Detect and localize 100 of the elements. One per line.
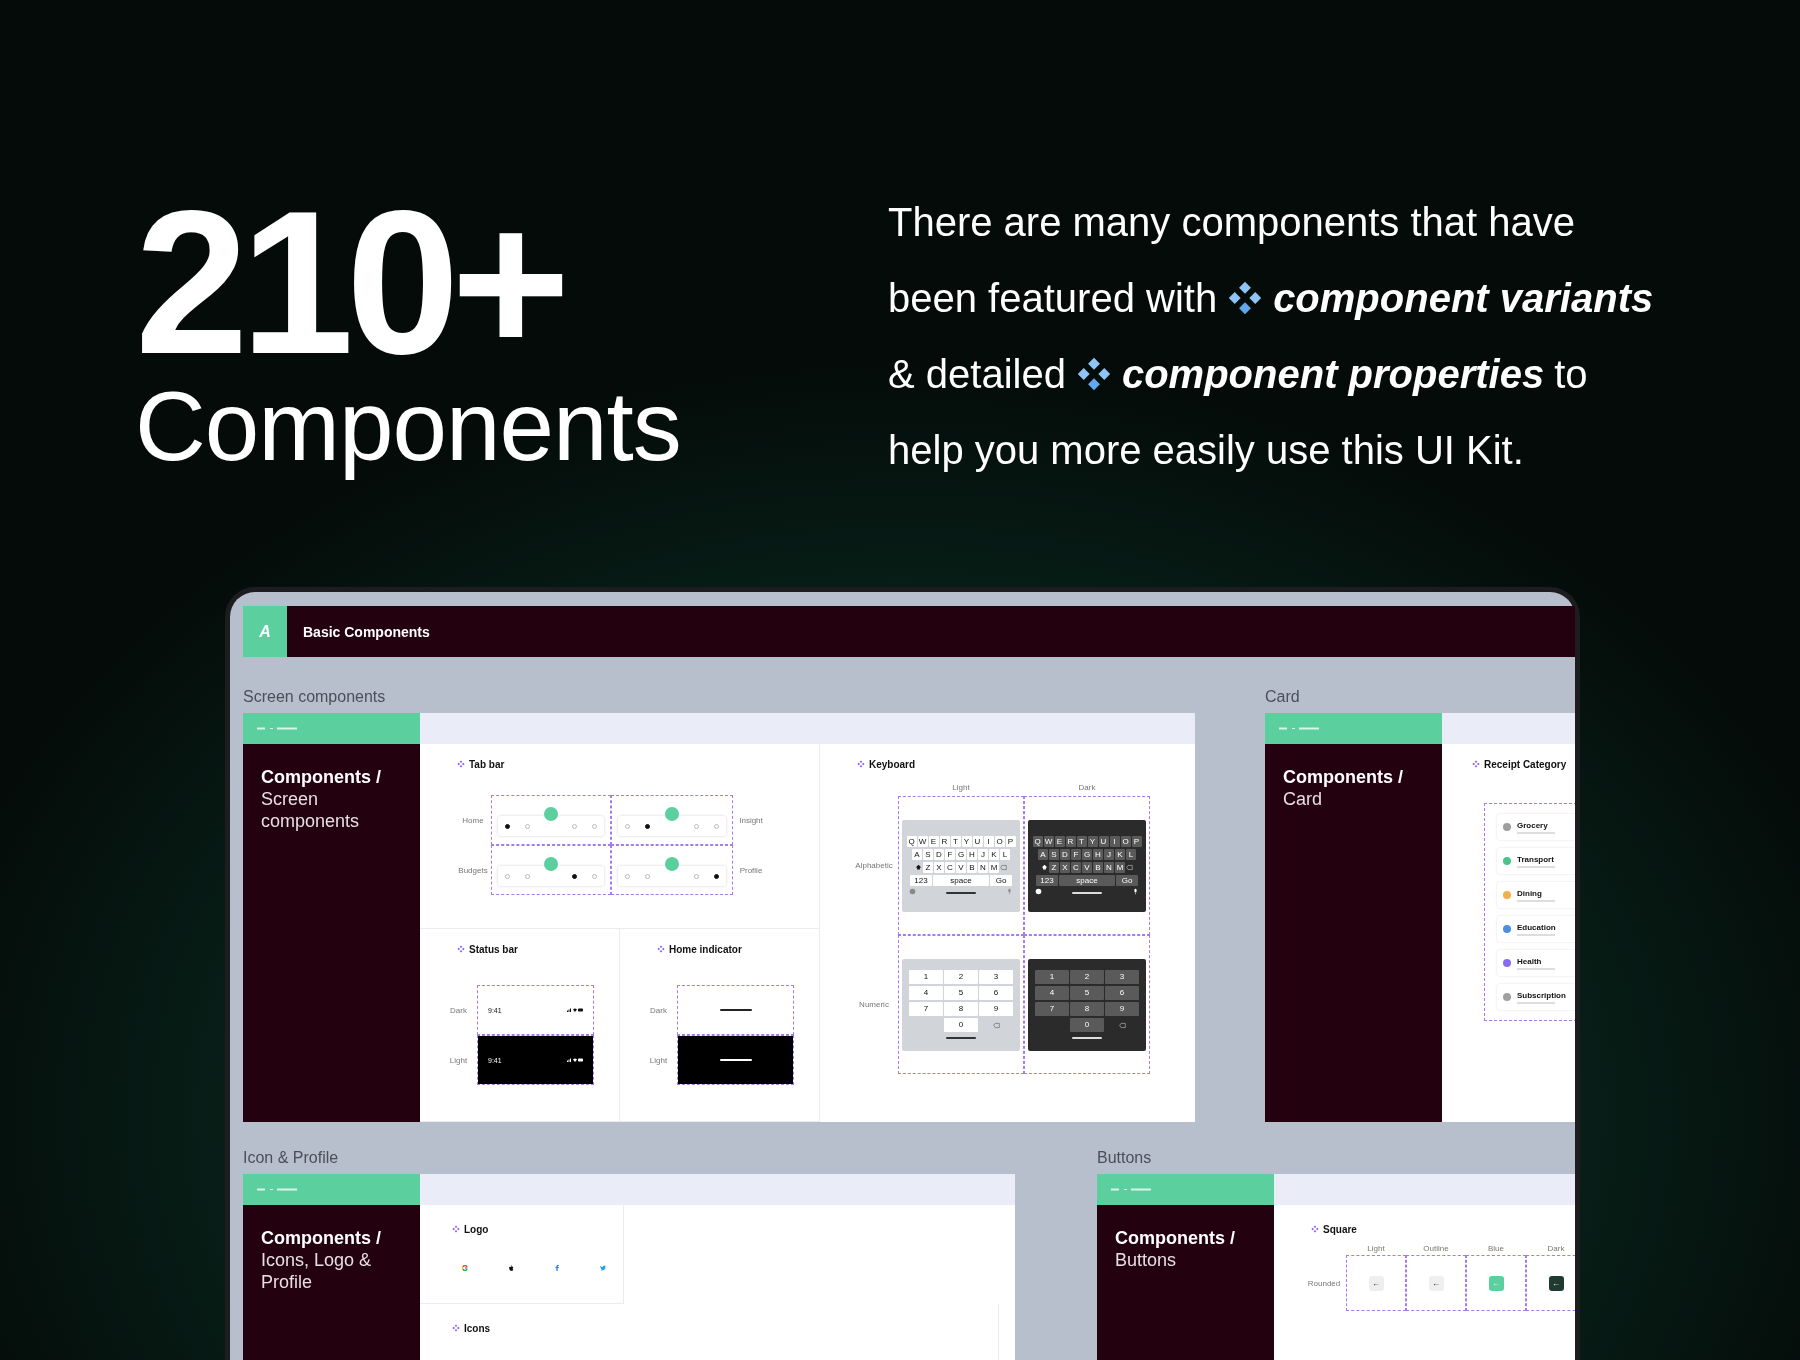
keyboard-key: L: [1126, 849, 1136, 860]
keyboard-key: 9: [979, 1002, 1013, 1017]
demo-title: Tab bar: [469, 758, 505, 770]
sidebar-subheading: Card: [1283, 788, 1323, 810]
keyboard-key: W: [917, 836, 928, 847]
variant-label: Light: [448, 1054, 469, 1067]
component-icon: [1311, 1225, 1319, 1233]
keyboard-key: X: [934, 862, 944, 873]
sidebar-heading: Components /: [1283, 766, 1404, 788]
column-label: Light: [1366, 1242, 1386, 1255]
keyboard-key: 1: [1035, 970, 1069, 985]
home-indicator: [1072, 892, 1102, 894]
keyboard-key: 5: [944, 986, 978, 1001]
component-icon: [857, 760, 865, 768]
keyboard-key: M: [1115, 862, 1125, 873]
keyboard-key: G: [1082, 849, 1092, 860]
keyboard-key: K: [1115, 849, 1125, 860]
microphone-icon: [1132, 888, 1139, 895]
sidebar-subheading: Screen components: [261, 788, 361, 832]
variant-label: Insight: [738, 814, 764, 827]
keyboard-key: S: [923, 849, 933, 860]
demo-title: Status bar: [469, 943, 518, 955]
keyboard-key: 6: [979, 986, 1013, 1001]
keyboard-key: Z: [1049, 862, 1059, 873]
breadcrumb-drawing: [1279, 727, 1319, 730]
keyboard-key: P: [1131, 836, 1142, 847]
component-icon: [457, 760, 465, 768]
keyboard-key: D: [934, 849, 944, 860]
keyboard-key: R: [1065, 836, 1076, 847]
category-name: Dining: [1517, 888, 1543, 898]
breadcrumb-drawing: [257, 727, 297, 730]
keyboard-key: Z: [923, 862, 933, 873]
demo-title: Logo: [464, 1223, 489, 1235]
section-label: Screen components: [243, 687, 387, 707]
caption-line: [1517, 899, 1555, 902]
multicolor-ring-icon: [462, 1265, 468, 1271]
keyboard-key: I: [1109, 836, 1120, 847]
sidebar-subheading: Icons, Logo & Profile: [261, 1249, 373, 1293]
keyboard-key: 8: [944, 1002, 978, 1017]
file-title: Basic Components: [303, 623, 430, 640]
keyboard-key: H: [967, 849, 977, 860]
keyboard-key: N: [1104, 862, 1114, 873]
variant-label: Numeric: [858, 999, 890, 1011]
keyboard-key: C: [945, 862, 955, 873]
keyboard-key: F: [945, 849, 955, 860]
emoji-icon: [1035, 888, 1042, 895]
keyboard-key: 2: [944, 970, 978, 985]
category-name: Health: [1517, 956, 1543, 966]
keyboard-key: Y: [1087, 836, 1098, 847]
keyboard-key: A: [912, 849, 922, 860]
breadcrumb-drawing: [1111, 1188, 1151, 1191]
keyboard-key: space: [1059, 875, 1115, 886]
demo-title: Keyboard: [869, 758, 916, 770]
keyboard-key: X: [1060, 862, 1070, 873]
keyboard-key: O: [994, 836, 1005, 847]
shift-icon: [915, 864, 922, 871]
section-label: Buttons: [1097, 1148, 1153, 1168]
sidebar-heading: Components /: [1115, 1227, 1236, 1249]
keyboard-key: B: [967, 862, 977, 873]
variant-label: Alphabetic: [854, 860, 894, 872]
back-button[interactable]: ←: [1548, 1275, 1564, 1291]
keyboard-key: V: [956, 862, 966, 873]
keyboard-key: 123: [910, 875, 932, 886]
shift-icon: [1041, 864, 1048, 871]
keyboard-key: J: [1104, 849, 1114, 860]
keyboard-key: 7: [1035, 1002, 1069, 1017]
keyboard-key: 4: [909, 986, 943, 1001]
intro-text: been featured with: [888, 275, 1218, 321]
caption-line: [1517, 967, 1555, 970]
back-button[interactable]: ←: [1428, 1275, 1444, 1291]
keyboard-key: V: [1082, 862, 1092, 873]
column-label: Blue: [1487, 1242, 1505, 1255]
keyboard-key: 9: [1105, 1002, 1139, 1017]
variant-label: Dark: [649, 1004, 668, 1017]
keyboard-key: C: [1071, 862, 1081, 873]
keyboard-key: M: [989, 862, 999, 873]
apple-icon: [508, 1265, 514, 1271]
home-indicator: [719, 1009, 752, 1011]
keyboard-key: A: [1038, 849, 1048, 860]
category-name: Subscription: [1517, 990, 1566, 1000]
component-icon: [457, 945, 465, 953]
variant-label: Budgets: [457, 864, 489, 877]
intro-text: help you more easily use this UI Kit.: [888, 427, 1524, 473]
keyboard-key: 0: [1070, 1018, 1104, 1033]
caption-line: [1517, 831, 1555, 834]
keyboard-key: Q: [906, 836, 917, 847]
demo-title: Square: [1323, 1223, 1357, 1235]
keyboard-key: 0: [944, 1018, 978, 1033]
home-indicator: [1072, 1037, 1102, 1039]
back-button[interactable]: ←: [1368, 1275, 1384, 1291]
category-name: Grocery: [1517, 820, 1549, 830]
component-icon: [657, 945, 665, 953]
keyboard-key: Go: [990, 875, 1012, 886]
component-icon: [1472, 760, 1480, 768]
delete-icon: [1126, 864, 1133, 871]
keyboard-key: O: [1120, 836, 1131, 847]
status-icons: [567, 1058, 583, 1062]
keyboard-key: K: [989, 849, 999, 860]
keyboard-key: U: [1098, 836, 1109, 847]
status-icons: [567, 1008, 583, 1012]
